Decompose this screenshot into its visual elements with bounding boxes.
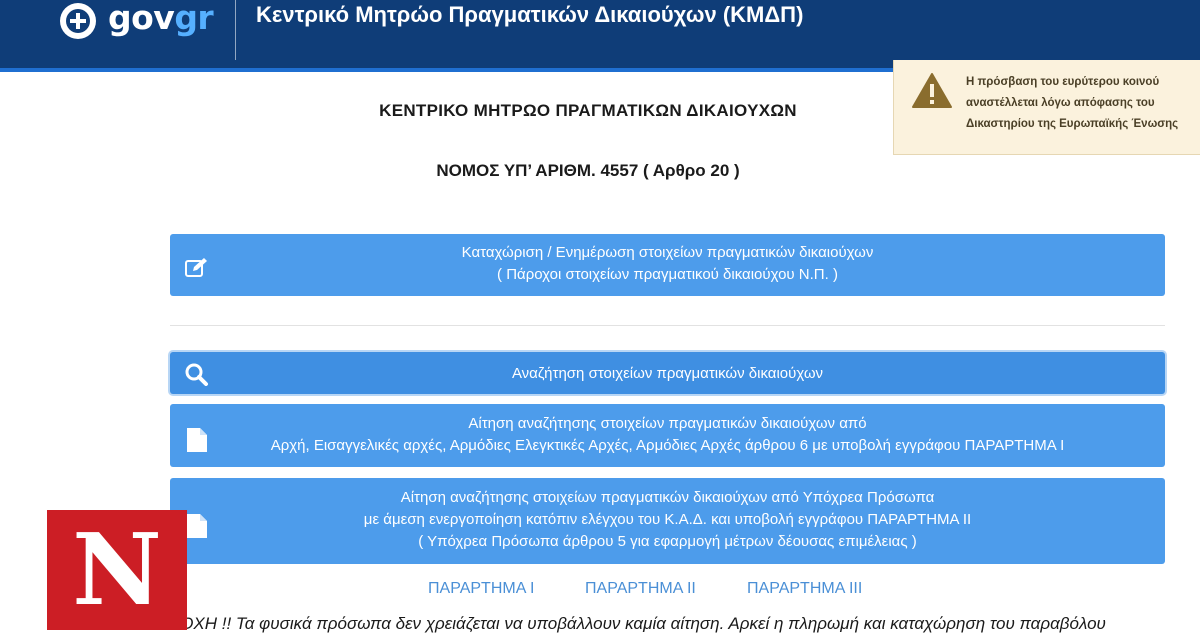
document-icon [187, 428, 207, 452]
page-title: ΚΕΝΤΡΙΚΟ ΜΗΤΡΩΟ ΠΡΑΓΜΑΤΙΚΩΝ ΔΙΚΑΙΟΥΧΩΝ [379, 101, 797, 120]
natural-persons-note: ΣΟΧΗ !! Τα φυσικά πρόσωπα δεν χρειάζεται… [170, 614, 1106, 633]
notice-line: Η πρόσβαση του ευρύτερου κοινού [966, 76, 1160, 88]
button-sublabel: Αρχή, Εισαγγελικές αρχές, Αρμόδιες Ελεγκ… [270, 437, 1065, 454]
logo-gov-text: gov [108, 0, 175, 37]
govgr-logo[interactable]: govgr [108, 0, 214, 37]
greek-emblem-icon[interactable] [60, 3, 96, 39]
page-subtitle: ΝΟΜΟΣ ΥΠ’ ΑΡΙΘΜ. 4557 ( Αρθρο 20 ) [436, 161, 740, 180]
edit-icon [185, 258, 207, 277]
button-label: Αίτηση αναζήτησης στοιχείων πραγματικών … [468, 415, 867, 432]
obliged-entities-search-request-button[interactable]: Αίτηση αναζήτησης στοιχείων πραγματικών … [170, 478, 1165, 564]
register-beneficiaries-button[interactable]: Καταχώριση / Ενημέρωση στοιχείων πραγματ… [170, 234, 1165, 296]
button-label: Αναζήτηση στοιχείων πραγματικών δικαιούχ… [511, 365, 824, 382]
logo-gr-text: gr [174, 0, 214, 37]
section-divider [170, 325, 1165, 326]
header-divider [235, 0, 236, 60]
button-sublabel: με άμεση ενεργοποίηση κατόπιν ελέγχου το… [363, 511, 972, 528]
header-title: Κεντρικό Μητρώο Πραγματικών Δικαιούχων (… [256, 2, 804, 27]
button-label: Αίτηση αναζήτησης στοιχείων πραγματικών … [400, 489, 935, 506]
document-icon [187, 514, 207, 538]
button-sublabel: ( Υπόχρεα Πρόσωπα άρθρου 5 για εφαρμογή … [418, 533, 917, 550]
button-sublabel: ( Πάροχοι στοιχείων πραγματικού δικαιούχ… [497, 266, 838, 283]
annex-2-link[interactable]: ΠΑΡΑΡΤΗΜΑ ΙΙ [585, 580, 696, 598]
watermark-letter: N [72, 513, 162, 628]
annex-3-link[interactable]: ΠΑΡΑΡΤΗΜΑ ΙΙΙ [747, 580, 862, 598]
search-icon [185, 363, 208, 386]
newsbomb-watermark-logo: N [47, 510, 187, 630]
authority-search-request-button[interactable]: Αίτηση αναζήτησης στοιχείων πραγματικών … [170, 404, 1165, 467]
button-label: Καταχώριση / Ενημέρωση στοιχείων πραγματ… [461, 244, 874, 261]
search-beneficiaries-button[interactable]: Αναζήτηση στοιχείων πραγματικών δικαιούχ… [170, 352, 1165, 394]
annex-1-link[interactable]: ΠΑΡΑΡΤΗΜΑ Ι [428, 580, 534, 598]
